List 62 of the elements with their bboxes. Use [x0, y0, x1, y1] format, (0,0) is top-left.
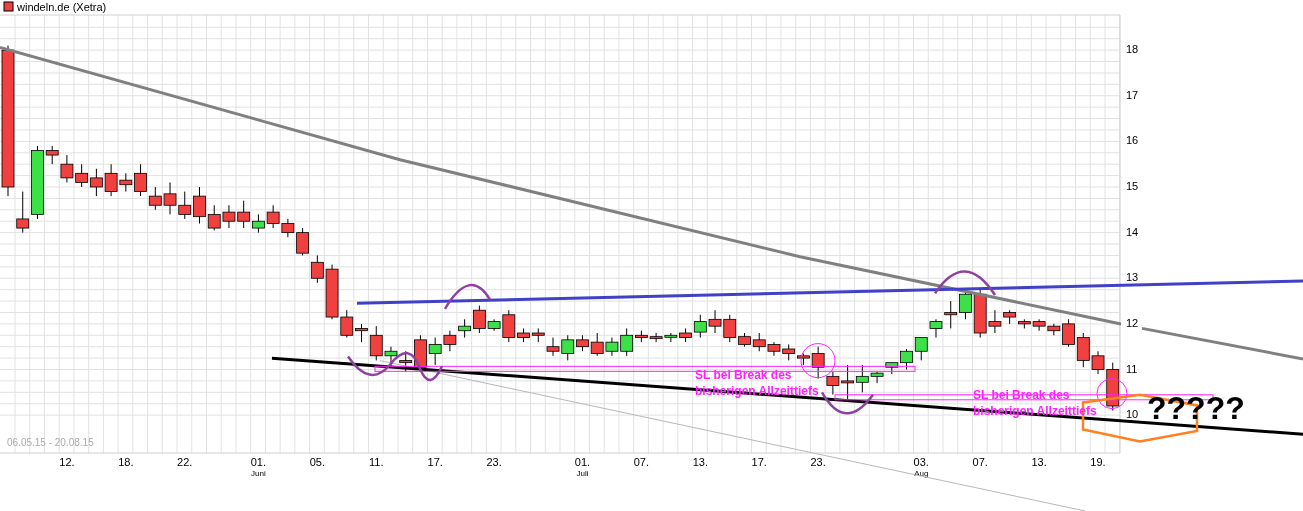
candle — [752, 332, 766, 352]
x-tick-label: 05. — [309, 456, 325, 468]
x-tick-label: 12. — [59, 456, 75, 468]
x-tick-label: 07. — [972, 456, 988, 468]
y-tick-label: 15 — [1126, 180, 1139, 192]
candle — [75, 163, 89, 188]
wave-line — [820, 391, 874, 415]
x-tick-label: 23. — [810, 456, 826, 468]
wave-line — [934, 270, 997, 296]
y-tick-label: 12 — [1126, 316, 1139, 329]
y-tick-label: 18 — [1126, 43, 1139, 56]
wave-line — [443, 283, 492, 310]
x-tick-label: 17. — [751, 456, 767, 468]
candle — [193, 186, 206, 224]
candle — [649, 332, 663, 343]
candle — [237, 200, 251, 229]
month-label: Juni — [251, 469, 266, 478]
candle — [428, 337, 442, 366]
candle — [1032, 318, 1046, 332]
x-tick-label: 18. — [118, 456, 134, 468]
x-tick-label: 07. — [633, 456, 650, 468]
x-tick-label: 01. — [250, 456, 267, 468]
candle — [89, 168, 103, 197]
candle — [531, 327, 545, 343]
legend-label: windeln.de (Xetra) — [17, 1, 107, 13]
x-tick-label: 11. — [369, 456, 384, 468]
candle — [546, 337, 560, 357]
x-tick-label: 17. — [427, 456, 443, 468]
candle — [178, 191, 192, 220]
candle — [252, 213, 265, 234]
candle — [944, 300, 958, 329]
candle — [148, 186, 162, 211]
x-tick-label: 03. — [913, 456, 929, 468]
candle — [222, 204, 236, 229]
circle-marker — [800, 343, 836, 379]
candle — [914, 337, 928, 361]
candle — [782, 343, 796, 361]
candle — [458, 318, 472, 339]
y-tick-label: 17 — [1126, 88, 1139, 101]
x-tick-label: 22. — [177, 456, 193, 468]
y-tick-label: 11 — [1126, 362, 1138, 375]
candle — [163, 181, 177, 215]
x-tick-label: 19. — [1090, 456, 1106, 468]
candle — [207, 204, 221, 231]
x-tick-label: 01. — [574, 456, 591, 468]
candle — [590, 332, 604, 357]
y-tick-label: 10 — [1126, 408, 1139, 421]
x-tick-label: 13. — [692, 456, 708, 468]
x-tick-label: 23. — [486, 456, 502, 468]
candle — [767, 341, 781, 357]
y-tick-label: 14 — [1126, 225, 1139, 238]
date-range: 06.05.15 - 20.08.15 — [7, 437, 94, 448]
month-label: Juli — [576, 469, 589, 478]
candle — [443, 330, 457, 352]
candle — [708, 309, 722, 334]
y-tick-label: 16 — [1126, 134, 1139, 147]
y-tick-label: 13 — [1126, 271, 1139, 284]
month-label: Aug — [914, 469, 929, 478]
circle-marker — [1096, 378, 1128, 410]
candle — [929, 318, 943, 339]
x-tick-label: 13. — [1031, 456, 1047, 468]
candle — [266, 204, 280, 229]
